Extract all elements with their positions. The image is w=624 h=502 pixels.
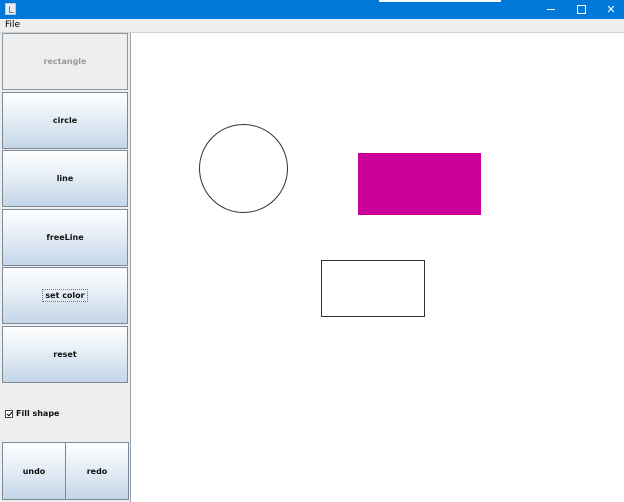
fill-shape-option: Fill shape <box>2 385 128 442</box>
drawn-circle <box>199 124 288 213</box>
redo-label: redo <box>86 466 108 476</box>
reset-label: reset <box>53 350 77 359</box>
set-color-label: set color <box>42 289 88 302</box>
drawn-filled-rectangle <box>358 153 481 215</box>
circle-tool-label: circle <box>52 116 78 125</box>
set-color-button[interactable]: set color <box>2 267 128 324</box>
maximize-icon <box>577 5 586 14</box>
line-tool-button[interactable]: line <box>2 150 128 207</box>
rectangle-tool-button[interactable]: rectangle <box>2 33 128 90</box>
line-tool-label: line <box>56 174 74 183</box>
circle-tool-button[interactable]: circle <box>2 92 128 149</box>
title-highlight-strip <box>379 0 501 2</box>
close-button[interactable]: ✕ <box>596 0 624 19</box>
title-bar: ✕ <box>0 0 624 19</box>
minimize-icon <box>547 9 555 10</box>
freeline-tool-button[interactable]: freeLine <box>2 209 128 266</box>
java-app-icon <box>5 3 16 15</box>
undo-label: undo <box>22 466 46 476</box>
maximize-button[interactable] <box>566 0 596 19</box>
fill-shape-checkbox[interactable] <box>5 409 13 418</box>
rectangle-tool-label: rectangle <box>43 57 87 66</box>
fill-shape-label: Fill shape <box>16 409 60 418</box>
menu-bar: File <box>0 19 624 33</box>
redo-button[interactable]: redo <box>65 442 129 500</box>
drawing-canvas[interactable] <box>131 33 624 502</box>
tool-panel: rectangle circle line freeLine set color… <box>0 33 131 502</box>
menu-file[interactable]: File <box>5 19 20 32</box>
minimize-button[interactable] <box>536 0 566 19</box>
undo-button[interactable]: undo <box>2 442 66 500</box>
reset-button[interactable]: reset <box>2 326 128 383</box>
close-icon: ✕ <box>606 3 616 16</box>
drawn-outline-rectangle <box>321 260 425 317</box>
freeline-tool-label: freeLine <box>46 233 84 242</box>
